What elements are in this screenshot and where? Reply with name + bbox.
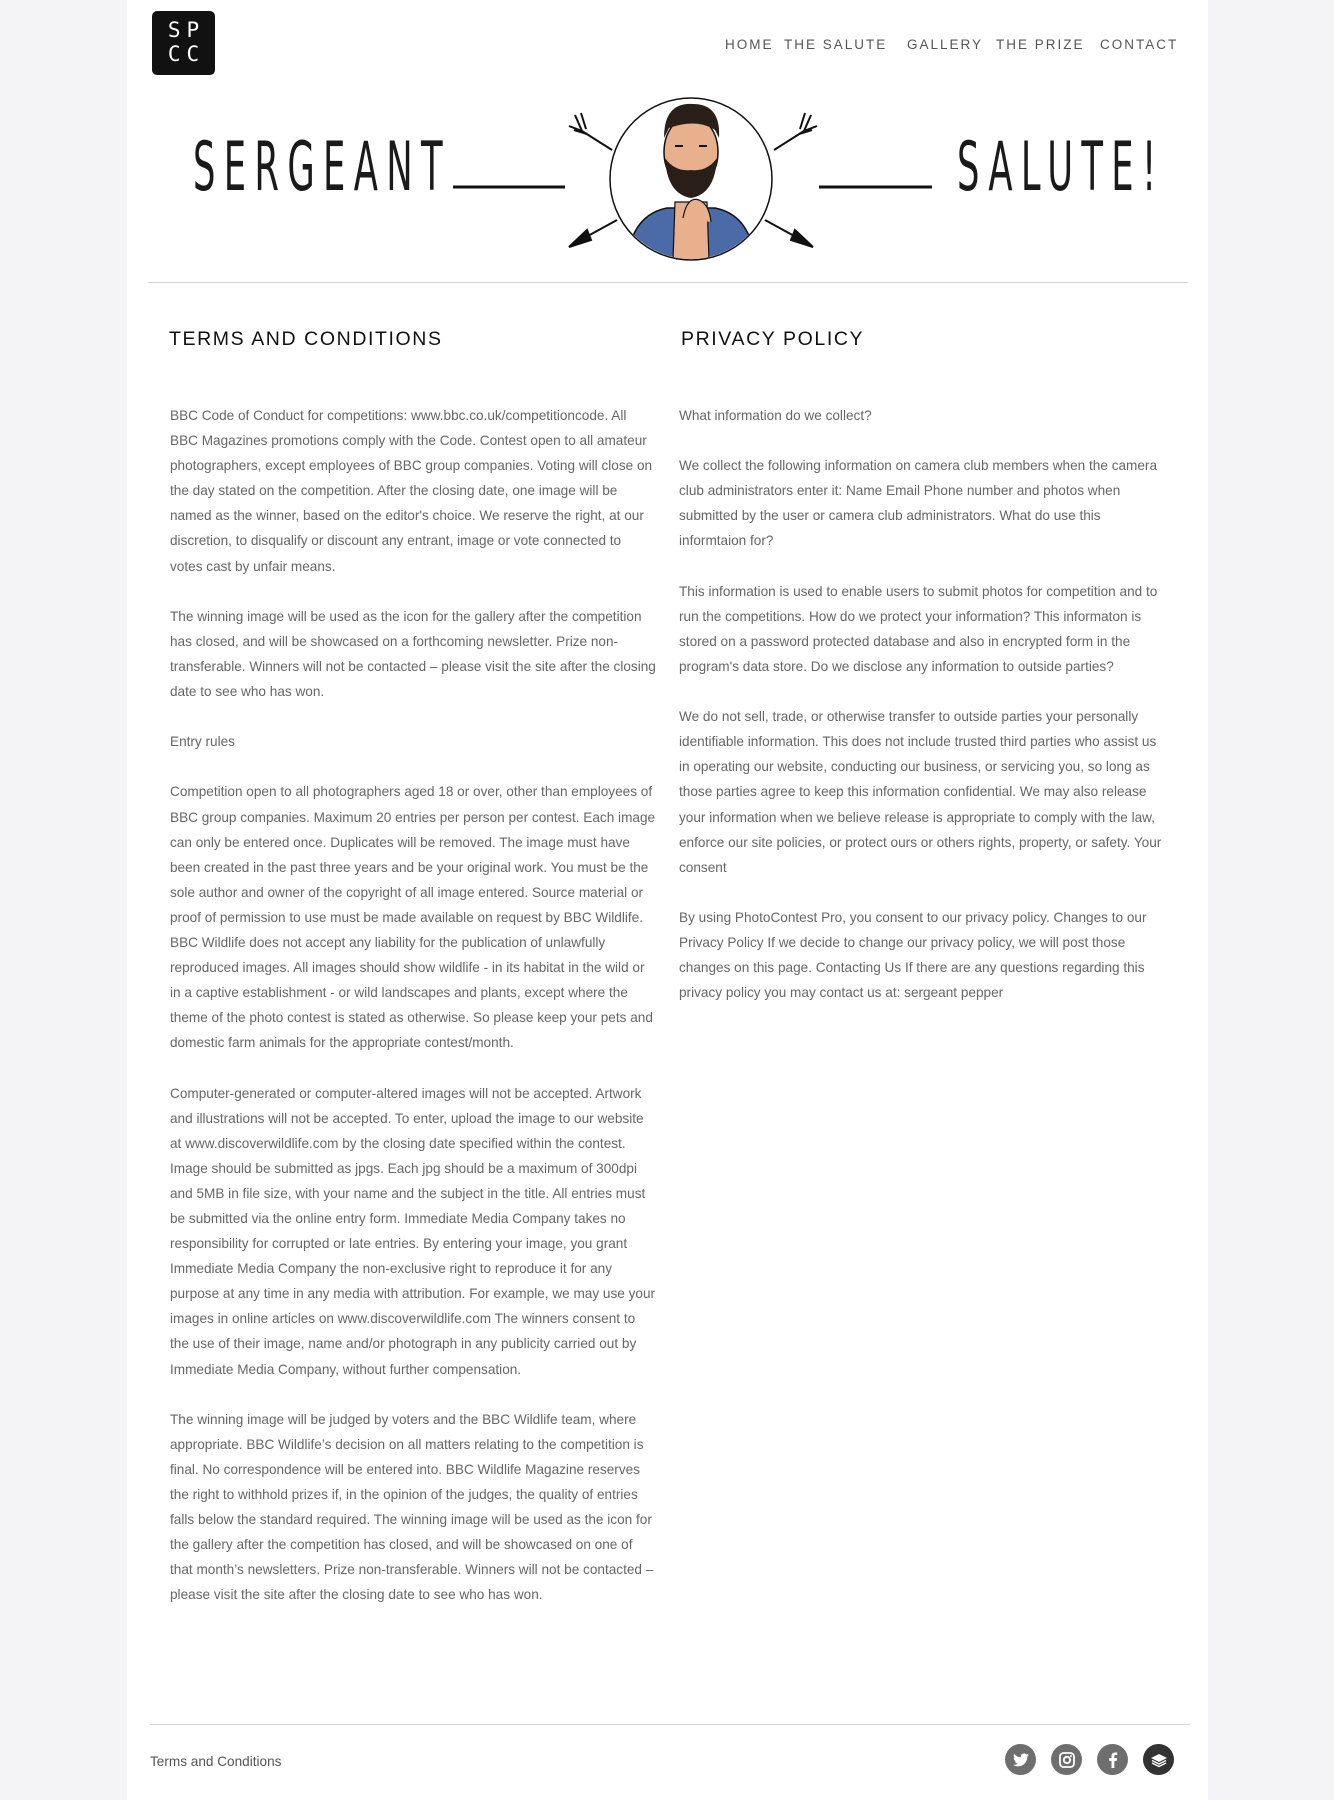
instagram-button[interactable] [1051,1744,1082,1775]
terms-subheading: Entry rules [170,734,235,750]
layers-icon [1150,1753,1167,1767]
header-divider [148,282,1188,283]
arrow-bottom-right-icon [764,219,814,248]
terms-title: TERMS AND CONDITIONS [169,328,443,350]
page-container: SP CC HOME THE SALUTE GALLERY THE PRIZE … [127,0,1208,1800]
site-logo[interactable]: SP CC [152,11,215,75]
nav-gallery[interactable]: GALLERY [907,37,983,52]
nav-contact[interactable]: CONTACT [1100,37,1178,52]
arrow-top-right-icon [773,112,818,151]
instagram-icon [1058,1751,1075,1768]
privacy-body: What information do we collect? We colle… [679,403,1169,1030]
logo-line-1: SP [167,18,206,42]
nav-the-prize[interactable]: THE PRIZE [996,37,1085,52]
privacy-title: PRIVACY POLICY [681,328,865,350]
terms-paragraph: The winning image will be used as the ic… [170,608,656,700]
terms-paragraph: Competition open to all photographers ag… [170,784,656,1051]
privacy-paragraph: This information is used to enable users… [679,583,1158,674]
privacy-paragraph: What information do we collect? [679,408,872,423]
arrow-top-left-icon [568,112,613,151]
privacy-paragraph: By using PhotoContest Pro, you consent t… [679,909,1147,1001]
terms-body: BBC Code of Conduct for competitions: ww… [170,403,656,1633]
facebook-icon [1108,1751,1117,1768]
privacy-paragraph: We do not sell, trade, or otherwise tran… [679,709,1162,875]
footer-terms-link[interactable]: Terms and Conditions [150,1754,281,1769]
banner-illustration [453,97,932,261]
facebook-button[interactable] [1097,1744,1128,1775]
privacy-paragraph: We collect the following information on … [679,458,1158,549]
twitter-button[interactable] [1005,1744,1036,1775]
terms-paragraph: The winning image will be judged by vote… [170,1411,654,1603]
twitter-icon [1012,1752,1029,1766]
arrow-bottom-left-icon [568,219,618,248]
terms-paragraph: BBC Code of Conduct for competitions: ww… [170,408,653,574]
footer-divider [150,1724,1190,1725]
nav-home[interactable]: HOME [725,37,774,52]
layers-button[interactable] [1143,1744,1174,1775]
logo-line-2: CC [167,42,206,66]
terms-paragraph: Computer-generated or computer-altered i… [170,1085,656,1377]
hero-banner: SERGEANT SALUTE! [127,90,1208,270]
nav-the-salute[interactable]: THE SALUTE [784,37,887,52]
